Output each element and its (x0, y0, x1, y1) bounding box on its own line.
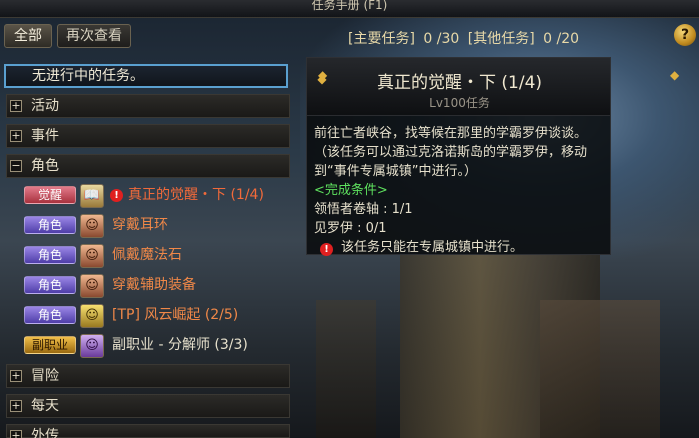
quest-item-support-gear[interactable]: 角色 ☺ 穿戴辅助装备 (24, 272, 290, 300)
detail-title: 真正的觉醒・下 (1/4) (376, 73, 543, 93)
quest-detail-panel: ◆ 真正的觉醒・下 (1/4) Lv100任务 前往亡者峡谷，找等候在那里的学霸… (306, 57, 611, 257)
machine-structure-right (540, 300, 660, 438)
npc-avatar-icon: ☺ (80, 214, 104, 238)
expand-icon[interactable]: + (10, 400, 22, 412)
quest-tag-role: 角色 (24, 216, 76, 234)
quest-tag-sub-job: 副职业 (24, 336, 76, 354)
category-daily[interactable]: + 每天 (6, 394, 290, 418)
npc-avatar-icon: ☺ (80, 244, 104, 268)
condition-meet-roy: 见罗伊 : 0/1 (314, 221, 387, 236)
quest-name: 穿戴辅助装备 (112, 277, 196, 293)
condition-scroll: 领悟者卷轴 : 1/1 (314, 202, 413, 217)
category-label: 活动 (31, 98, 59, 114)
category-event[interactable]: + 事件 (6, 124, 290, 148)
other-quest-count: 0 /20 (543, 31, 580, 47)
detail-body: 前往亡者峡谷，找等候在那里的学霸罗伊谈谈。 （该任务可以通过克洛诺斯岛的学霸罗伊… (314, 124, 610, 257)
restriction-note: ! 该任务只能在专属城镇中进行。 (314, 238, 610, 257)
window-title: 任务手册 (F1) (0, 0, 699, 18)
diamond-left-icon: ◆ (318, 68, 328, 82)
quest-counter: [主要任务] 0 /30 [其他任务] 0 /20 (348, 28, 583, 48)
book-icon: 📖 (80, 184, 104, 208)
category-role[interactable]: − 角色 (6, 154, 290, 178)
expand-icon[interactable]: + (10, 130, 22, 142)
warning-icon: ! (110, 189, 123, 202)
other-quest-label: [其他任务] (467, 31, 535, 47)
detail-description: 前往亡者峡谷，找等候在那里的学霸罗伊谈谈。 (314, 126, 588, 141)
npc-avatar-icon: ☺ (80, 274, 104, 298)
category-activity[interactable]: + 活动 (6, 94, 290, 118)
category-label: 冒险 (31, 368, 59, 384)
help-icon[interactable]: ? (674, 24, 696, 46)
main-quest-count: 0 /30 (423, 31, 460, 47)
quest-tag-role: 角色 (24, 306, 76, 324)
detail-level: Lv100任务 (429, 96, 490, 110)
quest-item-sub-job[interactable]: 副职业 ☺ 副职业 - 分解师 (3/3) (24, 332, 290, 360)
quest-tag-role: 角色 (24, 246, 76, 264)
quest-tag-awakening: 觉醒 (24, 186, 76, 204)
warning-icon: ! (320, 243, 333, 256)
tab-all[interactable]: 全部 (4, 24, 52, 48)
quest-name: 佩戴魔法石 (112, 247, 182, 263)
quest-item-earring[interactable]: 角色 ☺ 穿戴耳环 (24, 212, 290, 240)
npc-avatar-icon: ☺ (80, 304, 104, 328)
expand-icon[interactable]: + (10, 430, 22, 438)
detail-header: ◆ 真正的觉醒・下 (1/4) Lv100任务 (307, 58, 610, 116)
no-quest-row[interactable]: 无进行中的任务。 (4, 64, 288, 88)
collapse-icon[interactable]: − (10, 160, 22, 172)
category-adventure[interactable]: + 冒险 (6, 364, 290, 388)
restriction-text: 该任务只能在专属城镇中进行。 (341, 240, 524, 255)
expand-icon[interactable]: + (10, 370, 22, 382)
quest-name: 穿戴耳环 (112, 217, 168, 233)
category-label: 每天 (31, 398, 59, 414)
npc-avatar-icon: ☺ (80, 334, 104, 358)
main-quest-label: [主要任务] (348, 31, 415, 47)
quest-item-tp-rise[interactable]: 角色 ☺ [TP] 风云崛起 (2/5) (24, 302, 290, 330)
category-extra[interactable]: + 外传 (6, 424, 290, 438)
quest-item-awakening[interactable]: 觉醒 📖 ! 真正的觉醒・下 (1/4) (24, 182, 290, 210)
diamond-right-icon: ◆ (670, 68, 680, 82)
detail-description-note: （该任务可以通过克洛诺斯岛的学霸罗伊，移动到“事件专属城镇”中进行。） (314, 145, 588, 179)
tab-review-again[interactable]: 再次查看 (57, 24, 131, 48)
machine-tower (316, 300, 376, 438)
quest-name: [TP] 风云崛起 (2/5) (112, 307, 239, 323)
quest-tag-role: 角色 (24, 276, 76, 294)
category-label: 事件 (31, 128, 59, 144)
category-label: 角色 (31, 158, 59, 174)
quest-name: 真正的觉醒・下 (1/4) (128, 187, 264, 203)
quest-item-magic-stone[interactable]: 角色 ☺ 佩戴魔法石 (24, 242, 290, 270)
completion-condition-label: <完成条件> (314, 183, 388, 198)
quest-name: 副职业 - 分解师 (3/3) (112, 337, 248, 353)
expand-icon[interactable]: + (10, 100, 22, 112)
category-label: 外传 (31, 428, 59, 438)
